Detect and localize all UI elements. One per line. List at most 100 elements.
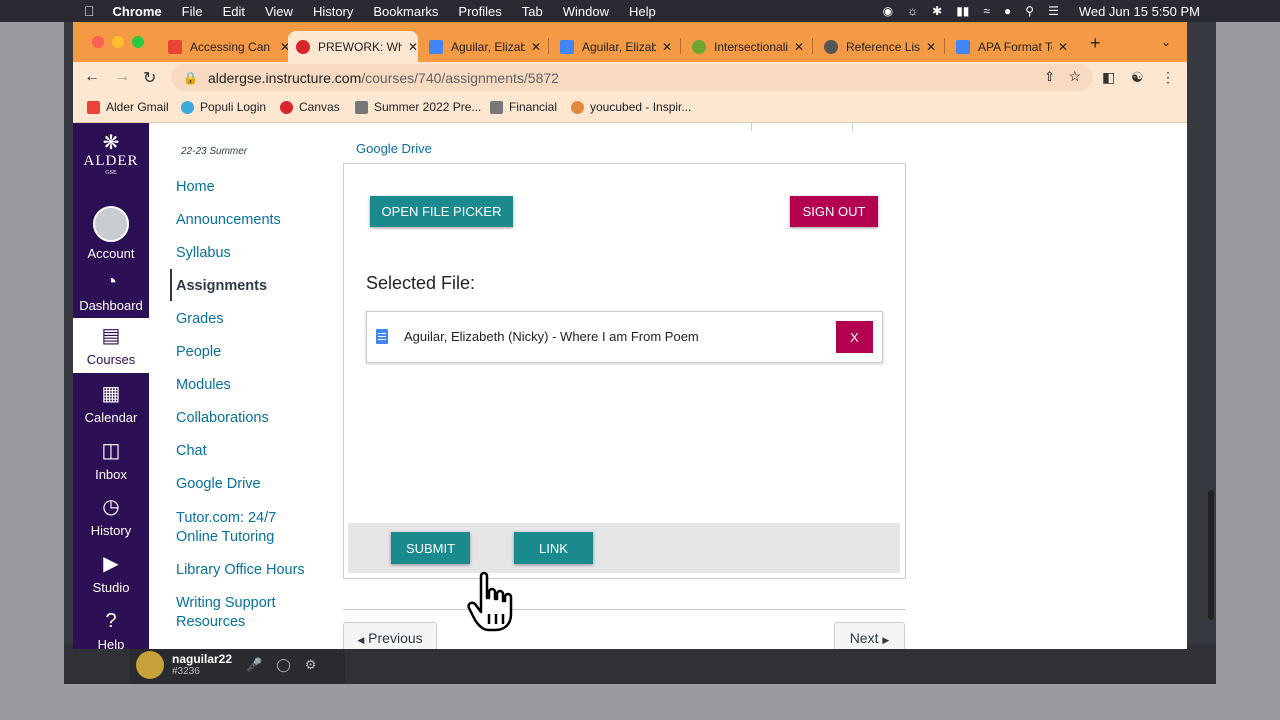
menu-view[interactable]: View — [265, 4, 293, 19]
bookmark-canvas[interactable]: Canvas — [280, 100, 340, 114]
bookmark-youcubed[interactable]: youcubed - Inspir... — [571, 100, 691, 114]
back-arrow-icon[interactable]: ← — [84, 68, 100, 86]
course-nav-announcements[interactable]: Announcements — [176, 211, 281, 229]
minimize-window-button[interactable] — [112, 36, 124, 48]
alder-logo[interactable]: ❋ ALDER GSE — [73, 133, 149, 176]
previous-button[interactable]: ◀ Previous — [343, 622, 437, 649]
menu-tab[interactable]: Tab — [522, 4, 543, 19]
dashboard-gauge-icon: ◔ — [104, 271, 118, 293]
global-nav-history[interactable]: ◷ History — [73, 494, 149, 538]
spotlight-search-icon[interactable]: ⚲ — [1025, 4, 1034, 18]
more-menu-icon[interactable]: ⋮ — [1161, 69, 1175, 86]
tab-prework[interactable]: PREWORK: Wh ✕ — [288, 31, 418, 62]
forward-arrow-icon[interactable]: → — [114, 68, 130, 86]
tab-intersectionality[interactable]: Intersectionali ✕ — [684, 31, 804, 62]
tab-aguilar-2[interactable]: Aguilar, Elizab ✕ — [552, 31, 672, 62]
menu-profiles[interactable]: Profiles — [458, 4, 501, 19]
address-bar[interactable]: 🔒 aldergse.instructure.com/courses/740/a… — [171, 64, 1093, 91]
tab-close-icon[interactable]: ✕ — [662, 40, 672, 54]
profile-yin-yang-icon[interactable]: ☯ — [1131, 69, 1144, 86]
next-button[interactable]: Next ▶ — [834, 622, 905, 649]
tab-apa-format[interactable]: APA Format Te ✕ — [948, 31, 1068, 62]
global-nav-label: Dashboard — [79, 298, 143, 313]
tab-search-chevron-icon[interactable]: ⌄ — [1161, 35, 1171, 49]
menu-file[interactable]: File — [182, 4, 203, 19]
course-nav-collaborations[interactable]: Collaborations — [176, 409, 269, 427]
menu-window[interactable]: Window — [563, 4, 609, 19]
creative-cloud-icon[interactable]: ☼ — [907, 4, 918, 18]
menu-app-name[interactable]: Chrome — [113, 4, 162, 19]
global-nav-help[interactable]: ? Help — [73, 608, 149, 649]
global-nav-label: Courses — [86, 352, 136, 367]
global-nav-studio[interactable]: ▶ Studio — [73, 551, 149, 595]
hand-pointer-cursor-icon — [467, 571, 513, 632]
global-nav-courses[interactable]: ▤ Courses — [73, 318, 149, 373]
tab-aguilar-1[interactable]: Aguilar, Elizab ✕ — [421, 31, 541, 62]
google-doc-icon — [376, 329, 388, 344]
course-nav-chat[interactable]: Chat — [176, 442, 207, 460]
course-nav-people[interactable]: People — [176, 343, 221, 361]
menu-history[interactable]: History — [313, 4, 353, 19]
apple-icon[interactable]:  — [84, 3, 95, 19]
tab-close-icon[interactable]: ✕ — [926, 40, 936, 54]
headphones-icon[interactable]: ◯ — [276, 657, 291, 673]
menu-clock: Wed Jun 15 5:50 PM — [1078, 3, 1200, 19]
tab-reference-list[interactable]: Reference List ✕ — [816, 31, 936, 62]
side-panel-icon[interactable]: ◧ — [1102, 69, 1115, 86]
course-nav-home[interactable]: Home — [176, 178, 215, 196]
tab-close-icon[interactable]: ✕ — [794, 40, 804, 54]
tab-close-icon[interactable]: ✕ — [531, 40, 541, 54]
global-nav-label: Account — [87, 246, 135, 261]
record-icon[interactable]: ◉ — [883, 4, 893, 18]
course-nav-google-drive[interactable]: Google Drive — [176, 475, 261, 493]
open-file-picker-button[interactable]: OPEN FILE PICKER — [370, 196, 513, 227]
bookmark-summer-2022[interactable]: Summer 2022 Pre... — [355, 100, 481, 114]
remove-file-button[interactable]: X — [836, 321, 873, 353]
course-nav-tutor-line1[interactable]: Tutor.com: 24/7 — [176, 509, 276, 527]
bluetooth-icon[interactable]: ✱ — [932, 4, 942, 18]
course-nav-writing-support-line2[interactable]: Resources — [176, 613, 245, 631]
course-nav-writing-support-line1[interactable]: Writing Support — [176, 594, 276, 612]
new-tab-plus-icon[interactable]: + — [1090, 33, 1101, 54]
menu-bookmarks[interactable]: Bookmarks — [373, 4, 438, 19]
mute-icon[interactable]: 🎤 — [246, 657, 262, 673]
tab-close-icon[interactable]: ✕ — [1058, 40, 1068, 54]
global-nav-label: Inbox — [95, 467, 127, 482]
submit-button[interactable]: SUBMIT — [391, 532, 470, 564]
settings-gear-icon[interactable]: ⚙ — [305, 657, 317, 673]
bookmark-star-icon[interactable]: ☆ — [1068, 68, 1081, 85]
google-drive-heading: Google Drive — [356, 141, 432, 156]
course-nav-assignments[interactable]: Assignments — [176, 277, 267, 295]
course-nav-grades[interactable]: Grades — [176, 310, 224, 328]
lock-icon[interactable]: 🔒 — [183, 71, 198, 85]
course-nav-library-office-hours[interactable]: Library Office Hours — [176, 561, 305, 579]
global-nav-account[interactable]: Account — [73, 206, 149, 261]
global-nav-inbox[interactable]: ◫ Inbox — [73, 438, 149, 482]
bookmark-populi-login[interactable]: Populi Login — [181, 100, 266, 114]
bookmark-alder-gmail[interactable]: Alder Gmail — [87, 100, 169, 114]
url-host: aldergse.instructure.com — [207, 69, 362, 86]
bookmark-financial[interactable]: Financial — [490, 100, 557, 114]
sign-out-button[interactable]: SIGN OUT — [790, 196, 878, 227]
menu-help[interactable]: Help — [629, 4, 656, 19]
menu-edit[interactable]: Edit — [223, 4, 245, 19]
link-button[interactable]: LINK — [514, 532, 593, 564]
course-nav-syllabus[interactable]: Syllabus — [176, 244, 231, 262]
tab-accessing-canvas[interactable]: Accessing Can ✕ — [160, 31, 290, 62]
control-center-icon[interactable]: ☰ — [1048, 4, 1059, 18]
discord-avatar[interactable] — [136, 651, 164, 679]
global-nav-calendar[interactable]: ▦ Calendar — [73, 381, 149, 425]
global-nav-dashboard[interactable]: ◔ Dashboard — [73, 269, 149, 313]
tab-close-icon[interactable]: ✕ — [408, 40, 418, 54]
user-icon[interactable]: ● — [1004, 4, 1011, 18]
reload-icon[interactable]: ↻ — [143, 68, 156, 88]
course-nav-modules[interactable]: Modules — [176, 376, 231, 394]
close-window-button[interactable] — [92, 36, 104, 48]
battery-icon[interactable]: ▮▮ — [956, 4, 969, 18]
course-nav-tutor-line2[interactable]: Online Tutoring — [176, 528, 274, 546]
wifi-icon[interactable]: ≈ — [983, 4, 990, 18]
zoom-window-button[interactable] — [132, 36, 144, 48]
share-icon[interactable]: ⇧ — [1044, 69, 1055, 85]
bookmark-label: Populi Login — [200, 100, 267, 114]
table-divider-remnant — [751, 123, 853, 131]
